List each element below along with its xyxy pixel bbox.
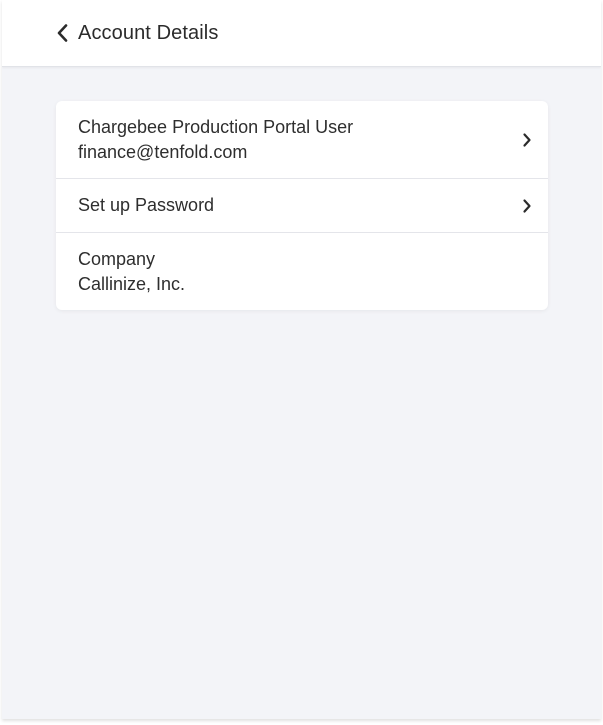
company-name: Callinize, Inc.: [78, 273, 186, 294]
chevron-right-icon: [522, 132, 532, 148]
portal-user-row[interactable]: Chargebee Production Portal User finance…: [56, 101, 548, 179]
chevron-left-icon: [56, 23, 72, 43]
app-frame: Account Details Chargebee Production Por…: [2, 0, 601, 719]
user-email: finance@tenfold.com: [78, 141, 248, 162]
setup-password-label: Set up Password: [78, 195, 215, 215]
company-row: Company Callinize, Inc.: [56, 233, 548, 310]
company-label: Company: [78, 248, 156, 269]
setup-password-row[interactable]: Set up Password: [56, 179, 548, 233]
account-details-card: Chargebee Production Portal User finance…: [56, 101, 548, 310]
portal-user-label: Chargebee Production Portal User: [78, 116, 354, 137]
back-button[interactable]: Account Details: [56, 18, 218, 48]
page-title: Account Details: [78, 21, 219, 44]
chevron-right-icon: [522, 198, 532, 214]
page-header: Account Details: [2, 0, 601, 67]
